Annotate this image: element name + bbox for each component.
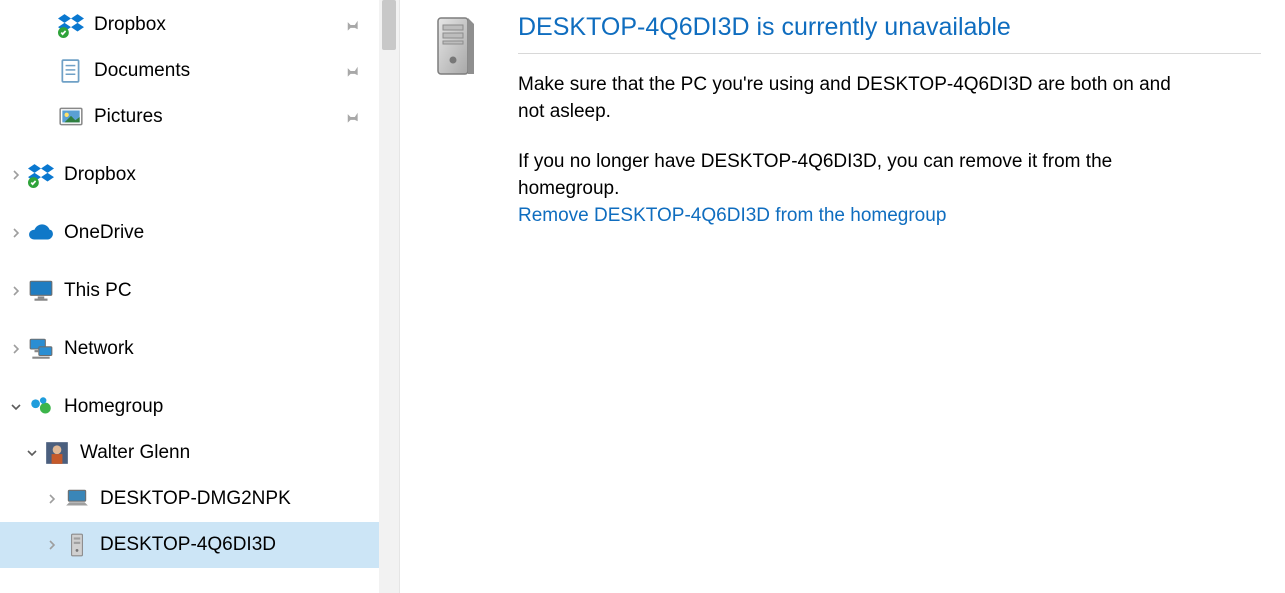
quickaccess-label: Documents	[94, 60, 343, 82]
tree-item-dropbox[interactable]: Dropbox	[0, 152, 399, 198]
chevron-right-icon[interactable]	[6, 165, 26, 185]
dropbox-icon	[58, 12, 84, 38]
navigation-pane: Dropbox Documents Pictures	[0, 0, 400, 593]
content-body: DESKTOP-4Q6DI3D is currently unavailable…	[518, 12, 1261, 253]
user-avatar-icon	[44, 440, 70, 466]
tree-label: This PC	[64, 280, 371, 302]
chevron-right-icon[interactable]	[6, 223, 26, 243]
pin-icon	[343, 62, 361, 80]
quickaccess-label: Dropbox	[94, 14, 343, 36]
tree-item-onedrive[interactable]: OneDrive	[0, 210, 399, 256]
scrollbar-thumb[interactable]	[382, 0, 396, 50]
chevron-down-icon[interactable]	[6, 397, 26, 417]
computer-tower-icon	[424, 16, 488, 80]
quickaccess-label: Pictures	[94, 106, 343, 128]
error-message-2-block: If you no longer have DESKTOP-4Q6DI3D, y…	[518, 149, 1198, 229]
pictures-icon	[58, 104, 84, 130]
chevron-right-icon[interactable]	[42, 489, 62, 509]
error-headline: DESKTOP-4Q6DI3D is currently unavailable	[518, 12, 1261, 54]
computer-tower-icon	[64, 532, 90, 558]
tree-item-thispc[interactable]: This PC	[0, 268, 399, 314]
tree-label: DESKTOP-4Q6DI3D	[100, 534, 371, 556]
tree-item-homegroup[interactable]: Homegroup	[0, 384, 399, 430]
chevron-right-icon[interactable]	[42, 535, 62, 555]
remove-from-homegroup-link[interactable]: Remove DESKTOP-4Q6DI3D from the homegrou…	[518, 205, 946, 226]
tree-item-machine[interactable]: DESKTOP-DMG2NPK	[0, 476, 399, 522]
tree-label: Dropbox	[64, 164, 371, 186]
quickaccess-item-pictures[interactable]: Pictures	[0, 94, 399, 140]
error-message-1: Make sure that the PC you're using and D…	[518, 72, 1198, 125]
sidebar-scrollbar[interactable]	[379, 0, 399, 593]
quickaccess-item-dropbox[interactable]: Dropbox	[0, 2, 399, 48]
error-message-2: If you no longer have DESKTOP-4Q6DI3D, y…	[518, 151, 1112, 199]
tree-item-homegroup-user[interactable]: Walter Glenn	[0, 430, 399, 476]
quickaccess-item-documents[interactable]: Documents	[0, 48, 399, 94]
homegroup-icon	[28, 394, 54, 420]
tree-label: Homegroup	[64, 396, 371, 418]
tree-item-network[interactable]: Network	[0, 326, 399, 372]
monitor-icon	[28, 278, 54, 304]
chevron-right-icon[interactable]	[6, 339, 26, 359]
documents-icon	[58, 58, 84, 84]
pin-icon	[343, 16, 361, 34]
dropbox-icon	[28, 162, 54, 188]
tree-item-machine-selected[interactable]: DESKTOP-4Q6DI3D	[0, 522, 399, 568]
content-header: DESKTOP-4Q6DI3D is currently unavailable…	[424, 12, 1261, 253]
tree-label: OneDrive	[64, 222, 371, 244]
onedrive-icon	[28, 220, 54, 246]
laptop-icon	[64, 486, 90, 512]
tree-label: DESKTOP-DMG2NPK	[100, 488, 371, 510]
content-pane: DESKTOP-4Q6DI3D is currently unavailable…	[400, 0, 1285, 593]
app-root: Dropbox Documents Pictures	[0, 0, 1285, 593]
tree-label: Network	[64, 338, 371, 360]
network-icon	[28, 336, 54, 362]
tree-label: Walter Glenn	[80, 442, 371, 464]
pin-icon	[343, 108, 361, 126]
chevron-down-icon[interactable]	[22, 443, 42, 463]
chevron-right-icon[interactable]	[6, 281, 26, 301]
